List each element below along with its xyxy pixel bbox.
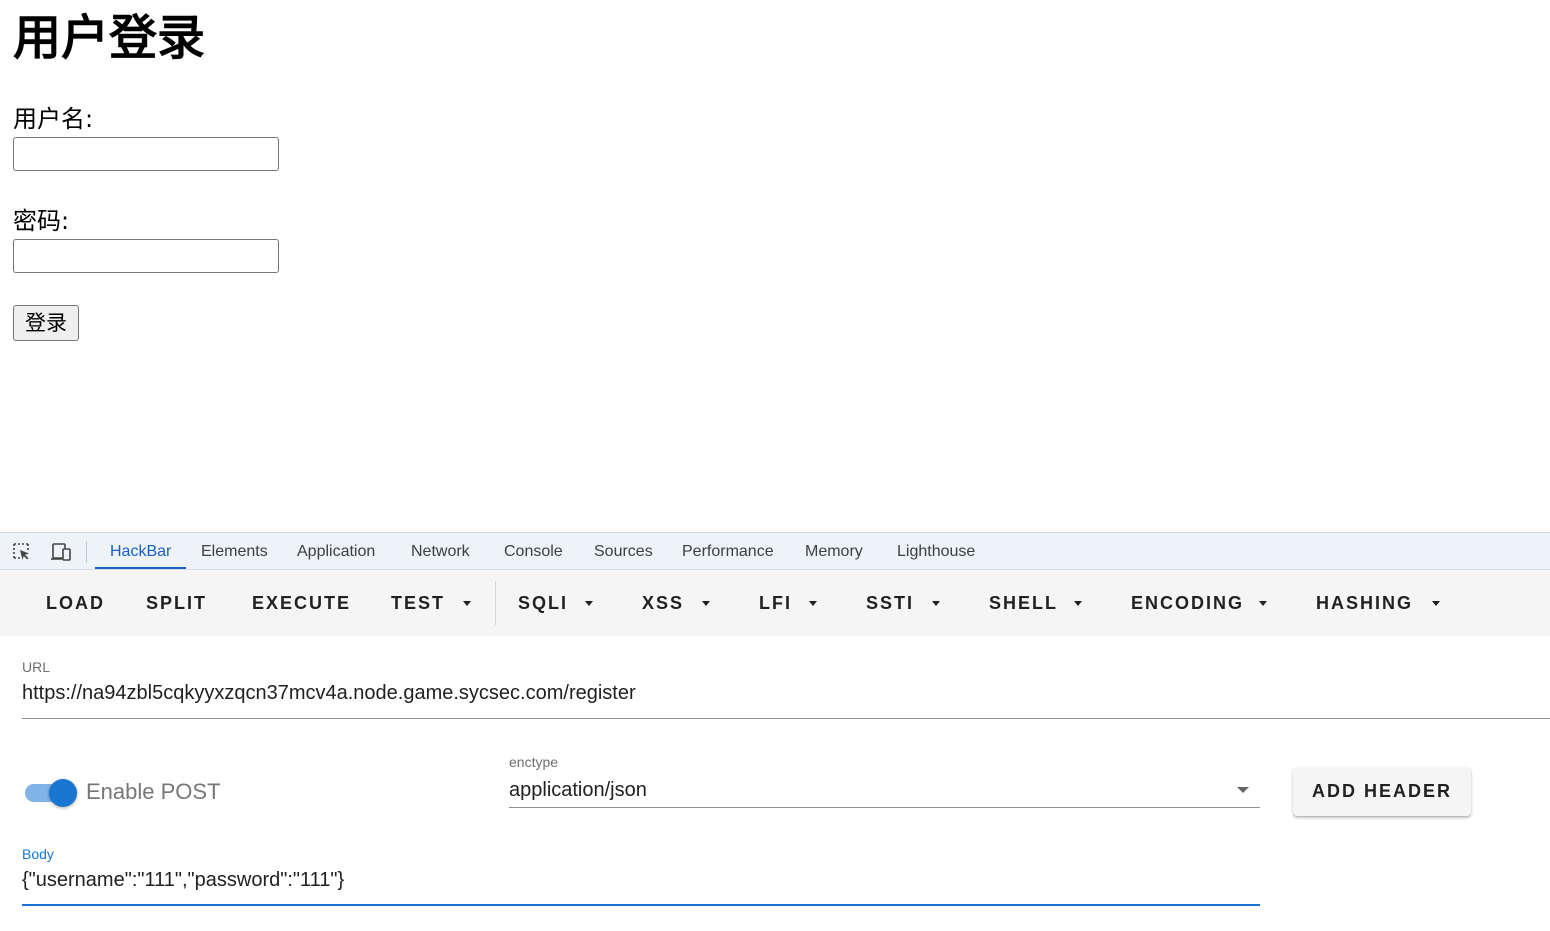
tab-performance[interactable]: Performance [682, 533, 774, 570]
tab-network[interactable]: Network [411, 533, 470, 570]
username-label: 用户名: [13, 105, 94, 133]
tab-console[interactable]: Console [504, 533, 563, 570]
url-field[interactable]: https://na94zbl5cqkyyxzqcn37mcv4a.node.g… [22, 682, 636, 705]
login-page: 用户登录 用户名: 密码: 登录 [0, 0, 1550, 532]
enable-post-label: Enable POST [86, 779, 221, 804]
xss-menu-button[interactable]: XSS [642, 570, 684, 636]
split-button[interactable]: SPLIT [146, 570, 207, 636]
test-menu-button[interactable]: TEST [391, 570, 445, 636]
tab-hackbar[interactable]: HackBar [110, 533, 171, 570]
enctype-underline [509, 807, 1260, 808]
ssti-menu-button[interactable]: SSTI [866, 570, 914, 636]
url-underline [22, 718, 1550, 719]
shell-menu-button[interactable]: SHELL [989, 570, 1058, 636]
password-label: 密码: [13, 207, 70, 235]
body-field[interactable]: {"username":"111","password":"111"} [22, 869, 344, 892]
tab-memory[interactable]: Memory [805, 533, 863, 570]
hashing-menu-button[interactable]: HASHING [1316, 570, 1413, 636]
tab-divider [86, 541, 87, 563]
page-title: 用户登录 [13, 10, 206, 66]
encoding-menu-button[interactable]: ENCODING [1131, 570, 1244, 636]
hackbar-toolbar: LOAD SPLIT EXECUTE TEST SQLI XSS LFI SST… [0, 570, 1550, 636]
execute-button[interactable]: EXECUTE [252, 570, 351, 636]
tab-elements[interactable]: Elements [201, 533, 268, 570]
active-tab-indicator [95, 567, 186, 569]
load-button[interactable]: LOAD [46, 570, 105, 636]
tab-application[interactable]: Application [297, 533, 375, 570]
enctype-select[interactable]: application/json [509, 779, 647, 802]
tab-lighthouse[interactable]: Lighthouse [897, 533, 975, 570]
sqli-menu-button[interactable]: SQLI [518, 570, 568, 636]
dropdown-arrow-icon[interactable] [1237, 787, 1249, 793]
url-label: URL [22, 659, 51, 675]
toolbar-divider [495, 581, 496, 625]
add-header-button[interactable]: ADD HEADER [1293, 767, 1471, 816]
tab-sources[interactable]: Sources [594, 533, 653, 570]
username-input[interactable] [13, 137, 279, 171]
inspect-element-icon[interactable] [12, 542, 32, 562]
chevron-down-icon [809, 601, 817, 606]
chevron-down-icon [932, 601, 940, 606]
body-label: Body [22, 846, 54, 862]
chevron-down-icon [1432, 601, 1440, 606]
chevron-down-icon [585, 601, 593, 606]
chevron-down-icon [1074, 601, 1082, 606]
chevron-down-icon [1259, 601, 1267, 606]
chevron-down-icon [702, 601, 710, 606]
password-input[interactable] [13, 239, 279, 273]
device-toolbar-icon[interactable] [50, 542, 71, 562]
body-underline [22, 904, 1260, 906]
chevron-down-icon [463, 601, 471, 606]
enctype-label: enctype [509, 754, 559, 770]
lfi-menu-button[interactable]: LFI [759, 570, 792, 636]
login-button[interactable]: 登录 [13, 305, 79, 341]
toggle-thumb[interactable] [49, 779, 77, 807]
devtools-tab-strip: HackBar Elements Application Network Con… [0, 532, 1550, 570]
